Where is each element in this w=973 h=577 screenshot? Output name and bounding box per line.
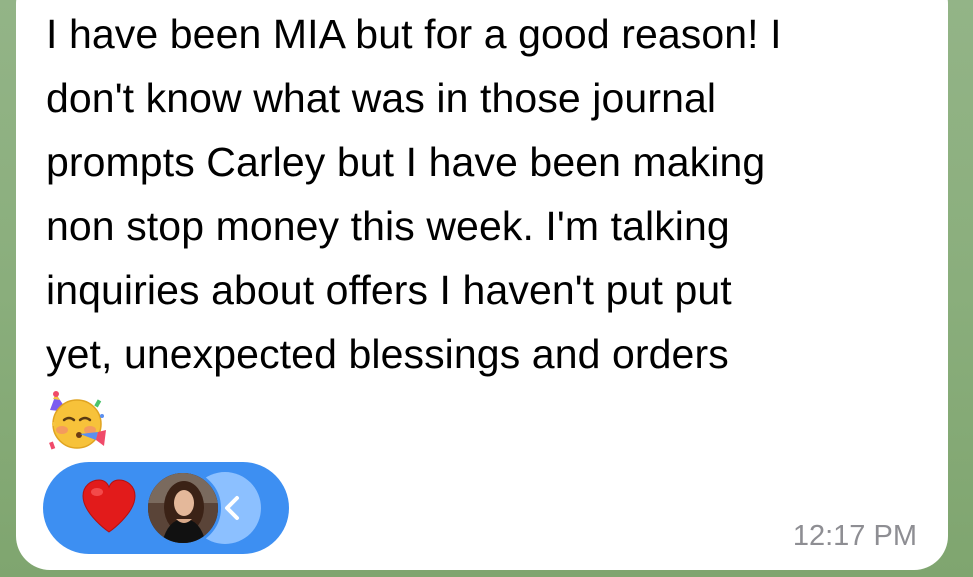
chevron-left-icon[interactable]	[219, 488, 245, 528]
heart-icon[interactable]	[79, 478, 139, 536]
avatar[interactable]	[145, 470, 221, 546]
partying-face-icon	[46, 390, 108, 452]
reaction-pill[interactable]	[43, 462, 289, 554]
message-timestamp: 12:17 PM	[792, 520, 917, 552]
message-text: I have been MIA but for a good reason! I…	[46, 11, 782, 377]
